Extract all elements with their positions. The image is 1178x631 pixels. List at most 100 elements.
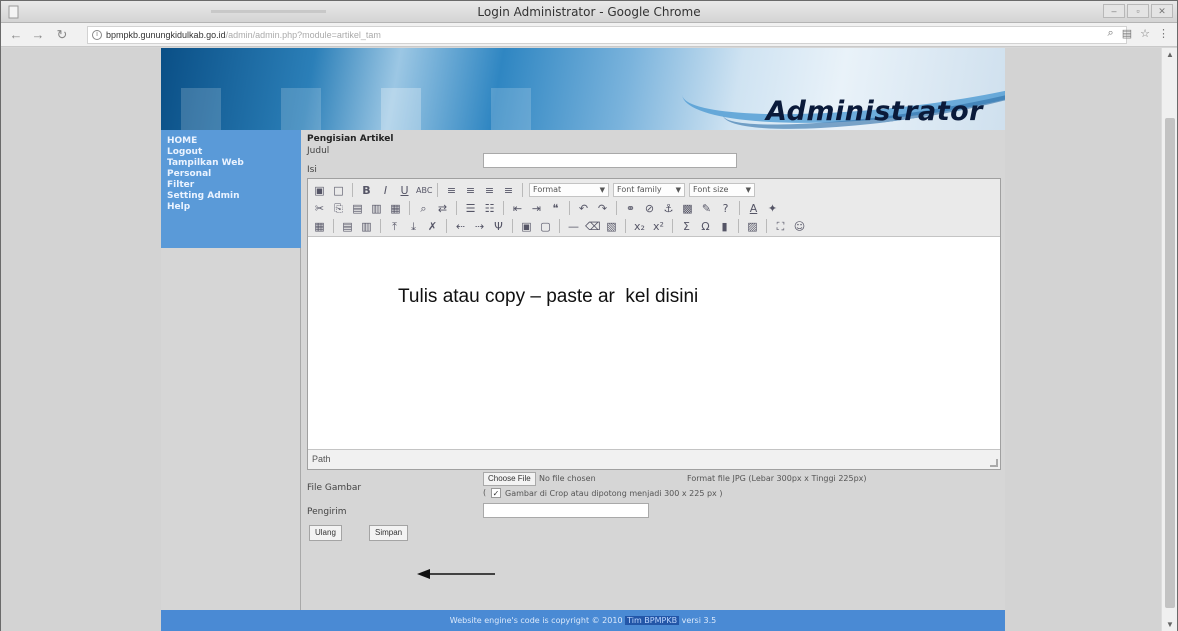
menu-item-personal[interactable]: Personal: [167, 169, 301, 180]
title-bar: Login Administrator - Google Chrome – ▫ …: [1, 1, 1177, 23]
format-note: Format file JPG (Lebar 300px x Tinggi 22…: [687, 474, 867, 483]
fullscreen-icon[interactable]: ⛶: [773, 219, 788, 234]
forward-icon[interactable]: →: [29, 26, 47, 44]
footer-version: versi 3.5: [681, 616, 717, 625]
link-icon[interactable]: ⚭: [623, 201, 638, 216]
visual-aid-icon[interactable]: ▧: [604, 219, 619, 234]
undo-icon[interactable]: ↶: [576, 201, 591, 216]
copy-icon[interactable]: ⎘: [331, 201, 346, 216]
extension-icon[interactable]: ▤: [1122, 27, 1132, 40]
info-icon[interactable]: i: [92, 30, 102, 40]
maximize-icon[interactable]: ▫: [1127, 4, 1149, 18]
italic-icon[interactable]: I: [378, 183, 393, 198]
menu-item-home[interactable]: HOME: [167, 136, 301, 147]
format-dropdown[interactable]: Format ▼: [529, 183, 609, 197]
highlight-color-icon[interactable]: ✦: [765, 201, 780, 216]
subscript-icon[interactable]: x₂: [632, 219, 647, 234]
pengirim-label: Pengirim: [307, 507, 347, 517]
blockquote-icon[interactable]: ❝: [548, 201, 563, 216]
insert-col-after-icon[interactable]: ⇢: [472, 219, 487, 234]
image-icon[interactable]: ▩: [680, 201, 695, 216]
insert-row-before-icon[interactable]: ⤒: [387, 219, 402, 234]
media-icon[interactable]: ▮: [717, 219, 732, 234]
judul-label: Judul: [307, 146, 330, 156]
text-color-icon[interactable]: A: [746, 201, 761, 216]
sigma-icon[interactable]: Σ: [679, 219, 694, 234]
numbered-list-icon[interactable]: ☷: [482, 201, 497, 216]
crop-checkbox[interactable]: ✓: [491, 488, 501, 498]
bullet-list-icon[interactable]: ☰: [463, 201, 478, 216]
row-props-icon[interactable]: ▤: [340, 219, 355, 234]
back-icon[interactable]: ←: [7, 26, 25, 44]
editor-statusbar: Path: [308, 449, 1000, 469]
judul-input[interactable]: [483, 153, 737, 168]
paste-word-icon[interactable]: ▦: [388, 201, 403, 216]
menu-item-help[interactable]: Help: [167, 202, 301, 213]
paste-text-icon[interactable]: ▥: [369, 201, 384, 216]
submit-button[interactable]: Simpan: [369, 525, 409, 541]
delete-col-icon[interactable]: Ψ: [491, 219, 506, 234]
reset-button[interactable]: Ulang: [309, 525, 342, 541]
pengirim-input[interactable]: [483, 503, 649, 518]
remove-format-icon[interactable]: ⌫: [585, 219, 601, 234]
cleanup-icon[interactable]: ✎: [699, 201, 714, 216]
address-bar[interactable]: i bpmpkb.gunungkidulkab.go.id/admin/admi…: [87, 26, 1127, 44]
redo-icon[interactable]: ↷: [595, 201, 610, 216]
close-icon[interactable]: ✕: [1151, 4, 1173, 18]
zoom-icon[interactable]: ⌕: [1108, 27, 1114, 40]
help-icon[interactable]: ?: [718, 201, 733, 216]
crop-note: Gambar di Crop atau dipotong menjadi 300…: [505, 489, 723, 498]
unlink-icon[interactable]: ⊘: [642, 201, 657, 216]
reload-icon[interactable]: ↻: [53, 26, 71, 44]
choose-file-button[interactable]: Choose File: [483, 472, 536, 486]
paste-icon[interactable]: ▤: [350, 201, 365, 216]
instruction-overlay-text: Tulis atau copy – paste ar kel disini: [398, 286, 699, 307]
font-family-dropdown[interactable]: Font family ▼: [613, 183, 685, 197]
insert-col-before-icon[interactable]: ⇠: [453, 219, 468, 234]
font-size-dropdown[interactable]: Font size ▼: [689, 183, 755, 197]
bold-icon[interactable]: B: [359, 183, 374, 198]
merge-cells-icon[interactable]: ▢: [538, 219, 553, 234]
cut-icon[interactable]: ✂: [312, 201, 327, 216]
footer-link[interactable]: Tim BPMPKB: [625, 616, 680, 625]
align-justify-icon[interactable]: ≡: [501, 183, 516, 198]
scrollbar-thumb[interactable]: [1165, 118, 1175, 608]
replace-icon[interactable]: ⇄: [435, 201, 450, 216]
editor-content-area[interactable]: Tulis atau copy – paste ar kel disini: [308, 238, 1000, 450]
scroll-up-icon[interactable]: ▲: [1166, 50, 1174, 59]
align-center-icon[interactable]: ≡: [463, 183, 478, 198]
vertical-scrollbar[interactable]: ▲ ▼: [1161, 48, 1177, 631]
file-gambar-label: File Gambar: [307, 483, 362, 493]
menu-item-filter[interactable]: Filter: [167, 180, 301, 191]
horizontal-rule-icon[interactable]: —: [566, 219, 581, 234]
sidebar-menu: HOME Logout Tampilkan Web Personal Filte…: [161, 130, 301, 248]
indent-icon[interactable]: ⇥: [529, 201, 544, 216]
strikethrough-icon[interactable]: ABC: [416, 183, 432, 198]
cell-props-icon[interactable]: ▥: [359, 219, 374, 234]
new-document-icon[interactable]: □: [331, 183, 346, 198]
save-icon[interactable]: ▣: [312, 183, 327, 198]
split-cells-icon[interactable]: ▣: [519, 219, 534, 234]
align-left-icon[interactable]: ≡: [444, 183, 459, 198]
find-icon[interactable]: ⌕: [416, 201, 431, 216]
scroll-down-icon[interactable]: ▼: [1166, 620, 1174, 629]
bookmark-star-icon[interactable]: ☆: [1140, 27, 1150, 40]
resize-grip-icon[interactable]: [990, 459, 998, 467]
underline-icon[interactable]: U: [397, 183, 412, 198]
preview-icon[interactable]: ▨: [745, 219, 760, 234]
menu-item-setting-admin[interactable]: Setting Admin: [167, 191, 301, 202]
special-char-icon[interactable]: Ω: [698, 219, 713, 234]
outdent-icon[interactable]: ⇤: [510, 201, 525, 216]
minimize-icon[interactable]: –: [1103, 4, 1125, 18]
anchor-icon[interactable]: ⚓: [661, 201, 676, 216]
superscript-icon[interactable]: x²: [651, 219, 666, 234]
insert-row-after-icon[interactable]: ⤓: [406, 219, 421, 234]
emoticon-icon[interactable]: ☺: [792, 219, 807, 234]
menu-dots-icon[interactable]: ⋮: [1158, 27, 1169, 40]
menu-item-logout[interactable]: Logout: [167, 147, 301, 158]
isi-label: Isi: [307, 165, 317, 175]
delete-row-icon[interactable]: ✗: [425, 219, 440, 234]
align-right-icon[interactable]: ≡: [482, 183, 497, 198]
menu-item-tampilkan-web[interactable]: Tampilkan Web: [167, 158, 301, 169]
table-icon[interactable]: ▦: [312, 219, 327, 234]
